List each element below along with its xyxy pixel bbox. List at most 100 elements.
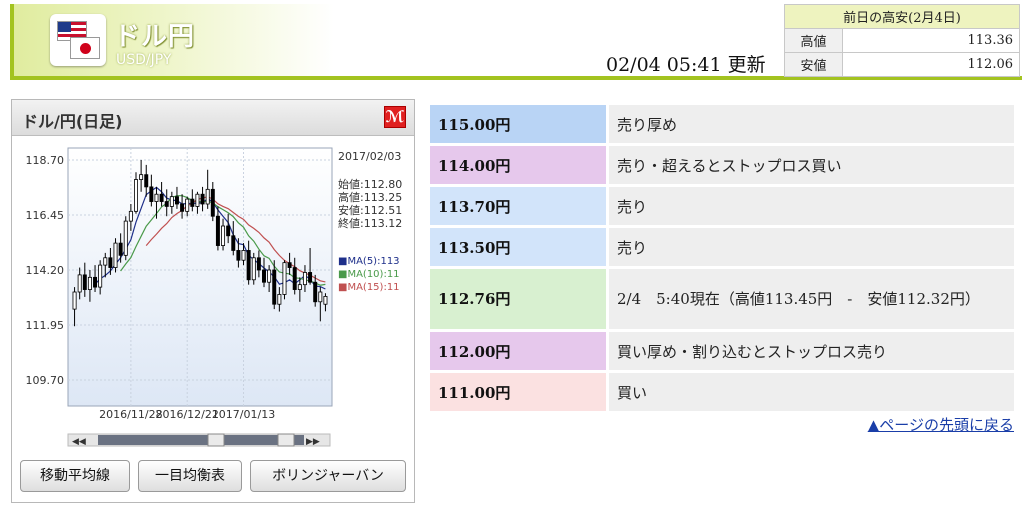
- candle-body: [272, 269, 277, 305]
- candle-body: [297, 284, 302, 290]
- candle-body: [185, 198, 190, 212]
- prev-low-value: 112.06: [842, 52, 1020, 77]
- level-row: 114.00円 売り・超えるとストップロス買い: [430, 146, 1014, 184]
- legend-ma5: ■MA(5):113: [338, 256, 400, 267]
- candle-body: [174, 196, 179, 205]
- usd-jpy-flag-icon: [50, 14, 106, 66]
- candle-body: [302, 272, 307, 286]
- bollinger-button[interactable]: ボリンジャーバン: [250, 460, 406, 492]
- chart-logo-icon[interactable]: ℳ: [384, 106, 406, 128]
- level-price: 112.76円: [430, 269, 606, 329]
- candle-body: [108, 257, 113, 268]
- candle-body: [77, 274, 82, 293]
- candle-body: [190, 198, 195, 207]
- x-axis: 2016/11/282016/12/212017/01/13: [99, 408, 275, 421]
- level-note: 買い厚め・割り込むとストップロス売り: [606, 332, 1014, 370]
- candle-body: [262, 269, 266, 283]
- chart-scroll-handle-right[interactable]: [277, 433, 295, 447]
- candle-body: [180, 203, 185, 212]
- scroll-right-icon[interactable]: ▶▶: [306, 437, 320, 447]
- level-price: 113.70円: [430, 187, 606, 225]
- pair-banner: ドル円 USD/JPY: [14, 4, 334, 76]
- prev-low-label: 安値: [784, 52, 843, 77]
- candle-body: [256, 257, 261, 271]
- candle-body: [82, 274, 87, 290]
- chart-scroll-handle-left[interactable]: [207, 433, 225, 447]
- candle-body: [149, 186, 154, 202]
- candle-body: [277, 294, 282, 305]
- pair-code: USD/JPY: [116, 52, 172, 68]
- y-tick-label: 114.20: [26, 264, 65, 277]
- candle-body: [169, 196, 174, 207]
- ichimoku-button[interactable]: 一目均衡表: [138, 460, 242, 492]
- candle-body: [236, 250, 241, 261]
- candle-body: [287, 262, 292, 268]
- candle-body: [231, 235, 236, 251]
- candle-body: [113, 242, 118, 268]
- scroll-left-icon[interactable]: ◀◀: [72, 437, 86, 447]
- candle-body: [164, 201, 169, 207]
- pair-title: ドル円: [114, 22, 196, 52]
- y-tick-label: 116.45: [26, 209, 65, 222]
- candle-body: [241, 250, 246, 261]
- prev-day-high-low-table: 前日の高安(2月4日) 高値 113.36 安値 112.06: [784, 4, 1020, 77]
- candle-body: [200, 193, 205, 205]
- back-to-top-link[interactable]: ▲ページの先頭に戻る: [868, 414, 1014, 435]
- candle-body: [93, 276, 98, 288]
- info-close: 終値:113.12: [338, 216, 402, 230]
- candle-body: [292, 267, 297, 290]
- level-price: 114.00円: [430, 146, 606, 184]
- level-price: 113.50円: [430, 228, 606, 266]
- y-tick-label: 118.70: [26, 154, 65, 167]
- candle-body: [318, 291, 323, 303]
- update-time: 02/04 05:41 更新: [606, 54, 766, 76]
- candle-body: [195, 193, 200, 207]
- candle-body: [210, 188, 215, 217]
- chart-indicator-buttons: 移動平均線 一目均衡表 ボリンジャーバン: [20, 460, 410, 494]
- info-date: 2017/02/03: [338, 150, 401, 163]
- candle-body: [72, 291, 77, 310]
- level-row: 113.70円 売り: [430, 187, 1014, 225]
- level-row: 115.00円 売り厚め: [430, 105, 1014, 143]
- candle-body: [103, 257, 108, 266]
- level-price: 115.00円: [430, 105, 606, 143]
- chart-panel: ドル/円(日足) ℳ 118.70 116.45 114.20 111.95 109.7…: [11, 99, 415, 503]
- candlestick-chart[interactable]: 118.70 116.45 114.20 111.95 109.70 2016/11/2…: [12, 136, 414, 458]
- pair-header: ドル円 USD/JPY 02/04 05:41 更新 前日の高安(2月4日) 高…: [10, 4, 1022, 80]
- moving-average-button[interactable]: 移動平均線: [20, 460, 130, 492]
- candle-body: [205, 188, 210, 205]
- candle-body: [221, 225, 226, 246]
- chart-scrollbar-thumb[interactable]: [98, 435, 304, 445]
- level-price: 111.00円: [430, 373, 606, 411]
- candle-body: [282, 262, 287, 295]
- level-note: 2/4 5:40現在（高値113.45円 - 安値112.32円）: [606, 269, 1014, 329]
- candle-body: [215, 215, 220, 246]
- candle-body: [128, 210, 133, 222]
- candle-body: [118, 242, 123, 256]
- candle-body: [226, 225, 231, 237]
- candle-body: [308, 272, 313, 283]
- candle-body: [139, 174, 144, 180]
- level-note: 買い: [606, 373, 1014, 411]
- prev-high-value: 113.36: [842, 28, 1020, 53]
- y-axis: 118.70 116.45 114.20 111.95 109.70: [26, 154, 65, 387]
- order-levels-table: 115.00円 売り厚め 114.00円 売り・超えるとストップロス買い 113…: [430, 102, 1014, 414]
- level-row: 111.00円 買い: [430, 373, 1014, 411]
- candle-body: [267, 269, 272, 283]
- level-note: 売り厚め: [606, 105, 1014, 143]
- info-low: 安値:112.51: [338, 203, 402, 217]
- plot-area: [67, 147, 333, 407]
- prev-high-label: 高値: [784, 28, 843, 53]
- legend-ma15: ■MA(15):11: [338, 282, 400, 293]
- info-high: 高値:113.25: [338, 190, 402, 204]
- x-tick-label: 2017/01/13: [212, 408, 275, 421]
- x-tick-label: 2016/12/21: [155, 408, 218, 421]
- jp-flag-icon: [70, 37, 100, 59]
- candle-body: [246, 250, 251, 281]
- prev-day-caption: 前日の高安(2月4日): [784, 4, 1020, 29]
- y-tick-label: 109.70: [26, 374, 65, 387]
- level-note: 売り: [606, 187, 1014, 225]
- candle-body: [123, 220, 128, 256]
- candle-body: [134, 179, 138, 212]
- candle-body: [251, 257, 256, 281]
